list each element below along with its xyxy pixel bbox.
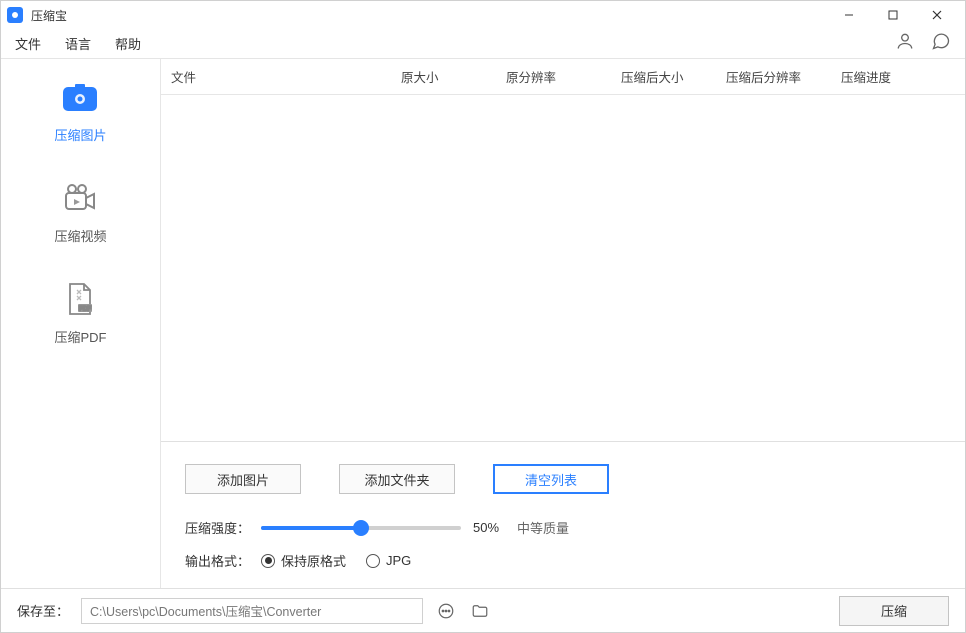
column-header-orig-size: 原大小	[401, 67, 506, 86]
menu-bar: 文件 语言 帮助	[1, 29, 965, 59]
chat-icon[interactable]	[931, 31, 951, 56]
output-format-row: 输出格式： 保持原格式 JPG	[185, 551, 941, 570]
pdf-file-icon: PDF	[58, 283, 102, 317]
column-header-progress: 压缩进度	[841, 67, 955, 86]
menu-file[interactable]: 文件	[15, 34, 41, 53]
video-camera-icon	[58, 182, 102, 216]
compression-quality-text: 中等质量	[517, 518, 569, 537]
content-area: 文件 原大小 原分辨率 压缩后大小 压缩后分辨率 压缩进度 添加图片 添加文件夹…	[161, 59, 965, 588]
camera-icon	[58, 81, 102, 115]
bottom-panel: 添加图片 添加文件夹 清空列表 压缩强度： 50% 中等质量 输出格式： 保持原…	[161, 441, 965, 588]
sidebar: 压缩图片 压缩视频 PDF	[1, 59, 161, 588]
column-header-file: 文件	[171, 67, 401, 86]
app-icon	[7, 7, 23, 23]
slider-thumb[interactable]	[353, 520, 369, 536]
close-button[interactable]	[915, 1, 959, 29]
clear-list-button[interactable]: 清空列表	[493, 464, 609, 494]
sidebar-item-label: 压缩图片	[54, 125, 106, 144]
add-folder-button[interactable]: 添加文件夹	[339, 464, 455, 494]
user-icon[interactable]	[895, 31, 915, 56]
compression-strength-label: 压缩强度：	[185, 518, 261, 537]
radio-keep-original[interactable]: 保持原格式	[261, 551, 346, 570]
sidebar-item-label: 压缩视频	[54, 226, 106, 245]
action-button-row: 添加图片 添加文件夹 清空列表	[185, 464, 941, 494]
save-to-label: 保存至：	[17, 601, 69, 620]
output-path-input[interactable]	[81, 598, 423, 624]
sidebar-item-label: 压缩PDF	[54, 327, 106, 346]
radio-icon	[261, 554, 275, 568]
svg-text:PDF: PDF	[79, 307, 91, 313]
sidebar-item-compress-pdf[interactable]: PDF 压缩PDF	[54, 283, 106, 346]
compression-strength-row: 压缩强度： 50% 中等质量	[185, 518, 941, 537]
window-controls	[827, 1, 959, 29]
add-image-button[interactable]: 添加图片	[185, 464, 301, 494]
column-header-comp-size: 压缩后大小	[621, 67, 726, 86]
slider-fill	[261, 526, 361, 530]
title-bar: 压缩宝	[1, 1, 965, 29]
footer-bar: 保存至： 压缩	[1, 588, 965, 632]
compression-percent: 50%	[473, 520, 517, 535]
compression-slider[interactable]	[261, 526, 461, 530]
maximize-button[interactable]	[871, 1, 915, 29]
table-header: 文件 原大小 原分辨率 压缩后大小 压缩后分辨率 压缩进度	[161, 59, 965, 95]
sidebar-item-compress-video[interactable]: 压缩视频	[54, 182, 106, 245]
menu-language[interactable]: 语言	[65, 34, 91, 53]
menu-help[interactable]: 帮助	[115, 34, 141, 53]
open-folder-icon[interactable]	[469, 600, 491, 622]
output-format-label: 输出格式：	[185, 551, 261, 570]
more-options-icon[interactable]	[435, 600, 457, 622]
main-area: 压缩图片 压缩视频 PDF	[1, 59, 965, 588]
minimize-button[interactable]	[827, 1, 871, 29]
radio-icon	[366, 554, 380, 568]
sidebar-item-compress-image[interactable]: 压缩图片	[54, 81, 106, 144]
table-body	[161, 95, 965, 441]
compress-button[interactable]: 压缩	[839, 596, 949, 626]
column-header-orig-res: 原分辨率	[506, 67, 621, 86]
radio-label: 保持原格式	[281, 551, 346, 570]
header-right-icons	[895, 31, 951, 56]
radio-jpg[interactable]: JPG	[366, 553, 411, 568]
radio-label: JPG	[386, 553, 411, 568]
column-header-comp-res: 压缩后分辨率	[726, 67, 841, 86]
app-title: 压缩宝	[31, 7, 67, 24]
